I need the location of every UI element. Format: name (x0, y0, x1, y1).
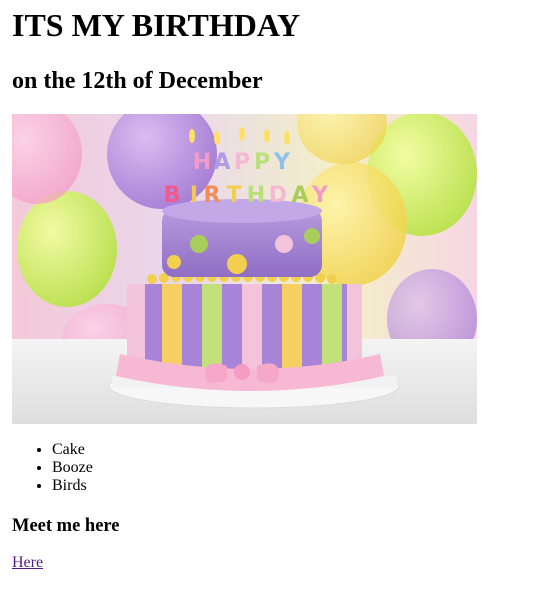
svg-text:Y: Y (273, 150, 291, 175)
list-item: Birds (52, 477, 542, 495)
svg-text:T: T (226, 183, 241, 208)
here-link[interactable]: Here (12, 554, 43, 571)
birthday-cake-image: H A P P Y B I R T H D A Y (12, 114, 477, 424)
page: ITS MY BIRTHDAY on the 12th of December (0, 0, 554, 606)
svg-text:H: H (247, 183, 265, 208)
page-subtitle: on the 12th of December (12, 68, 263, 94)
balloon-green (17, 191, 117, 307)
svg-text:P: P (234, 150, 250, 175)
list-item: Booze (52, 459, 542, 477)
svg-text:P: P (254, 150, 270, 175)
svg-text:R: R (204, 183, 221, 208)
svg-text:D: D (269, 183, 287, 208)
page-title: ITS MY BIRTHDAY (12, 7, 301, 43)
svg-text:Y: Y (311, 183, 329, 208)
svg-text:H: H (193, 150, 211, 175)
svg-text:I: I (190, 183, 198, 208)
meet-heading: Meet me here (12, 516, 120, 536)
svg-text:A: A (291, 183, 308, 208)
item-list: Cake Booze Birds (12, 441, 542, 495)
svg-text:B: B (164, 183, 181, 208)
svg-text:A: A (213, 150, 230, 175)
link-paragraph: Here (12, 554, 542, 572)
list-item: Cake (52, 441, 542, 459)
